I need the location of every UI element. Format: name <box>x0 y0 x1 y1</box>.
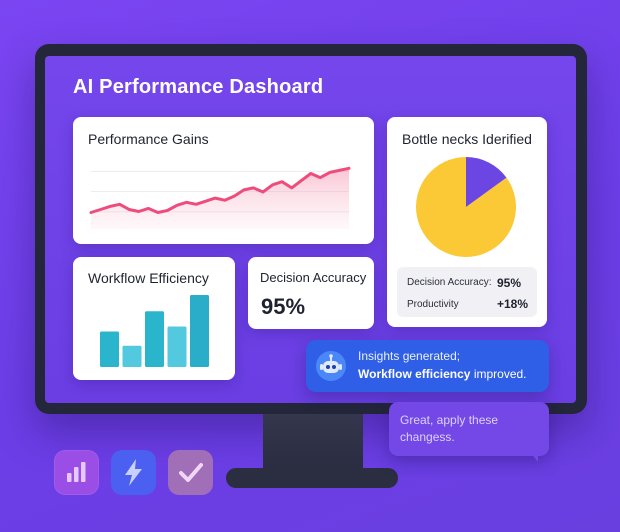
workflow-efficiency-card[interactable]: Workflow Efficiency <box>73 257 235 380</box>
performance-gains-chart <box>89 166 351 229</box>
workflow-efficiency-title: Workflow Efficiency <box>88 270 209 286</box>
decision-accuracy-title: Decision Accuracy <box>260 270 367 285</box>
stat-label-productivity: Productivity <box>407 299 459 310</box>
stat-value-productivity: +18% <box>497 297 529 311</box>
performance-gains-title: Performance Gains <box>88 131 209 147</box>
stat-value-decision-accuracy: 95% <box>497 276 522 290</box>
lightning-app-icon[interactable] <box>111 450 156 495</box>
bottlenecks-pie-chart <box>415 157 516 257</box>
insight-highlight: Workflow efficiency <box>358 367 471 381</box>
decision-accuracy-value: 95% <box>261 294 306 319</box>
bar-chart-app-icon[interactable] <box>54 450 99 495</box>
insight-text-line1: Insights generated; <box>358 349 461 363</box>
reply-message-bubble[interactable]: Great, apply these changess. <box>389 402 549 456</box>
check-app-icon[interactable] <box>168 450 213 495</box>
bottleneck-stats-panel: Decision Accuracy: 95% Productivity +18% <box>397 267 537 317</box>
monitor-stand-base <box>226 468 398 488</box>
performance-gains-card[interactable]: Performance Gains <box>73 117 374 244</box>
dashboard-title: AI Performance Dashoard <box>73 76 324 98</box>
reply-bubble-tail <box>530 452 538 462</box>
insight-text-line2: Workflow efficiency improved. <box>358 367 527 381</box>
workflow-bar-1 <box>122 345 142 367</box>
stat-label-decision-accuracy: Decision Accuracy: <box>407 277 492 288</box>
decision-accuracy-card[interactable]: Decision Accuracy 95% <box>248 257 374 329</box>
monitor-stand-neck <box>263 414 363 472</box>
workflow-efficiency-chart <box>100 295 209 367</box>
bottlenecks-card[interactable]: Bottle necks Iderified Decision Accuracy… <box>387 117 547 327</box>
insight-text-rest: improved. <box>470 367 527 381</box>
workflow-bar-3 <box>167 326 187 367</box>
reply-message-text: Great, apply these changess. <box>400 413 499 444</box>
insight-notification[interactable]: Insights generated; Workflow efficiency … <box>306 340 549 392</box>
workflow-bar-4 <box>190 295 209 367</box>
workflow-bar-0 <box>100 331 119 367</box>
robot-icon <box>316 351 346 381</box>
bottlenecks-title: Bottle necks Iderified <box>402 131 532 147</box>
workflow-bar-2 <box>145 311 164 367</box>
